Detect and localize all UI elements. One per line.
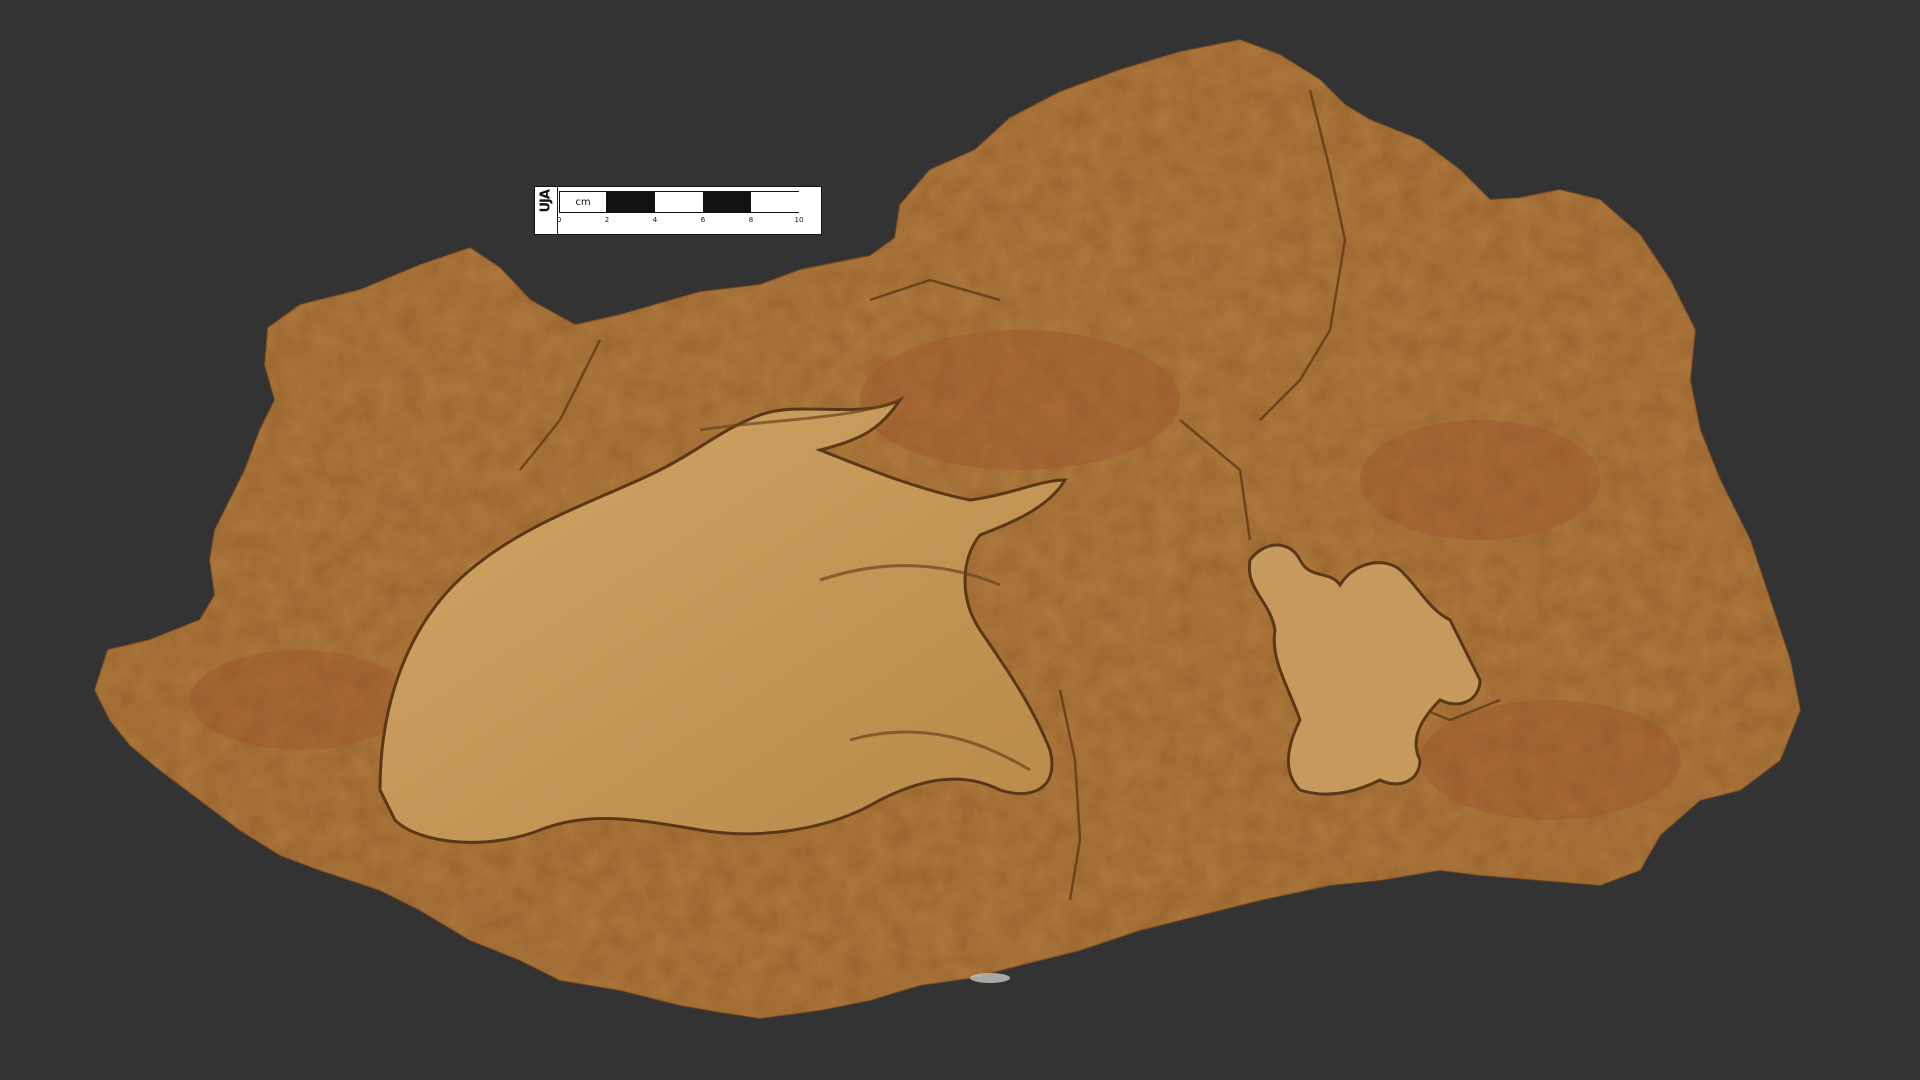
scale-segment (775, 191, 799, 213)
scale-segment (631, 191, 655, 213)
photo-stage: UJA cm 0 2 4 6 8 10 (0, 0, 1920, 1080)
scale-tick-label: 8 (748, 216, 754, 224)
scale-tick-label: 2 (604, 216, 610, 224)
scale-bar: UJA cm 0 2 4 6 8 10 (534, 186, 822, 235)
scale-segment (703, 191, 727, 213)
fossil-trackway-slab (93, 38, 1802, 1020)
scale-tick-label: 4 (652, 216, 658, 224)
scale-tick-label: 10 (794, 216, 804, 224)
scale-segment (727, 191, 751, 213)
scale-segment (679, 191, 703, 213)
scale-segment (607, 191, 631, 213)
institution-logo: UJA (535, 187, 558, 234)
scale-tick-label: 6 (700, 216, 706, 224)
scale-tick-labels: 0 2 4 6 8 10 (557, 216, 811, 230)
scale-unit-label: cm (559, 191, 607, 213)
scale-tick-label: 0 (556, 216, 562, 224)
scale-segment (655, 191, 679, 213)
scale-segment (751, 191, 775, 213)
logo-text: UJA (538, 190, 554, 213)
